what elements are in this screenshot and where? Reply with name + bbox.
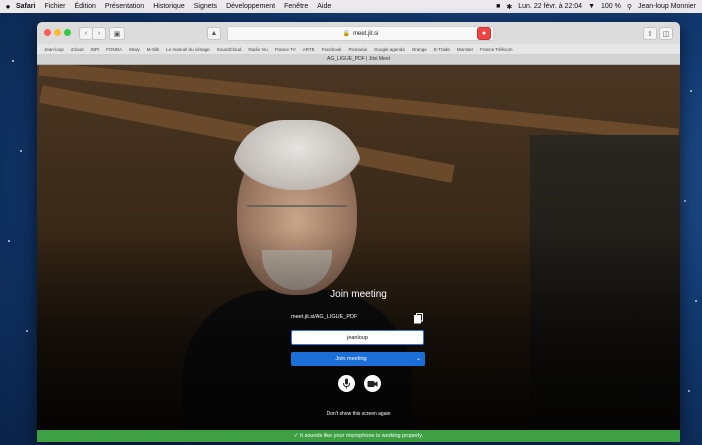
join-meeting-label: Join meeting <box>335 356 367 362</box>
camera-status-icon[interactable]: ■ <box>496 3 500 10</box>
menu-edition[interactable]: Édition <box>74 3 95 10</box>
browser-toolbar: ‹ › ▣ ▲ 🔒 meet.jit.si ● ⇧ ◫ <box>37 22 680 45</box>
bookmark-item[interactable]: Jean-loup <box>44 47 64 52</box>
camera-icon <box>367 380 378 387</box>
user-name[interactable]: Jean-loup Monnier <box>638 3 696 10</box>
menu-aide[interactable]: Aide <box>317 3 331 10</box>
join-meeting-button[interactable]: Join meeting ⌄ <box>291 352 425 366</box>
room-url: meet.jit.si/AG_LIGUE_PDF <box>291 314 358 320</box>
address-bar[interactable]: 🔒 meet.jit.si <box>227 26 494 41</box>
spotlight-icon[interactable]: ⚲ <box>627 3 632 11</box>
browser-window: ‹ › ▣ ▲ 🔒 meet.jit.si ● ⇧ ◫ Jean-loup iC… <box>37 22 680 442</box>
bookmark-item[interactable]: Le manuel du cénage <box>166 47 209 52</box>
wifi-icon[interactable]: ▼ <box>588 3 595 10</box>
url-text: meet.jit.si <box>353 30 379 37</box>
prejoin-overlay: Join meeting meet.jit.si/AG_LIGUE_PDF Jo… <box>37 65 680 430</box>
bookmark-item[interactable]: iCloud <box>71 47 84 52</box>
menu-historique[interactable]: Historique <box>153 3 185 10</box>
bluetooth-icon[interactable]: ✱ <box>506 3 512 11</box>
camera-preview: Join meeting meet.jit.si/AG_LIGUE_PDF Jo… <box>37 65 680 430</box>
bookmark-item[interactable]: Wiwy <box>129 47 140 52</box>
chevron-down-icon[interactable]: ⌄ <box>416 355 421 362</box>
bookmark-item[interactable]: Orange <box>412 47 427 52</box>
bookmark-item[interactable]: Monster <box>457 47 473 52</box>
bookmark-item[interactable]: SoundCloud <box>217 47 242 52</box>
share-icon[interactable]: ⇧ <box>643 27 657 40</box>
menu-safari[interactable]: Safari <box>16 3 35 10</box>
bookmark-item[interactable]: France Télécom <box>480 47 512 52</box>
battery-text[interactable]: 100 % <box>601 3 621 10</box>
menu-fenetre[interactable]: Fenêtre <box>284 3 308 10</box>
microphone-status-banner: ✓ It sounds like your microphone is work… <box>37 430 680 442</box>
privacy-icon[interactable]: ▲ <box>207 27 221 40</box>
microphone-icon <box>343 378 350 389</box>
microphone-button[interactable] <box>338 375 355 392</box>
bookmark-item[interactable]: Facebook <box>322 47 342 52</box>
menu-signets[interactable]: Signets <box>194 3 217 10</box>
bookmarks-bar: Jean-loup iCloud INPI FONDA Wiwy M-Silk … <box>37 44 680 54</box>
lock-icon: 🔒 <box>342 31 351 37</box>
zoom-window-button[interactable] <box>64 29 71 36</box>
bookmark-item[interactable]: INPI <box>91 47 100 52</box>
forward-button[interactable]: › <box>92 27 106 40</box>
bookmark-item[interactable]: E-Trade <box>434 47 450 52</box>
back-button[interactable]: ‹ <box>79 27 93 40</box>
tab-bar: AG_LIGUE_PDF | Jitsi Meet <box>37 54 680 65</box>
minimize-window-button[interactable] <box>54 29 61 36</box>
copy-icon[interactable] <box>414 311 423 324</box>
menu-developpement[interactable]: Développement <box>226 3 275 10</box>
camera-recording-icon[interactable]: ● <box>477 27 491 40</box>
bookmark-item[interactable]: M-Silk <box>147 47 160 52</box>
dont-show-again-checkbox[interactable]: Don't show this screen again <box>37 411 680 417</box>
bookmark-item[interactable]: ARTE <box>303 47 315 52</box>
bookmark-item[interactable]: France TV <box>275 47 296 52</box>
menu-presentation[interactable]: Présentation <box>105 3 144 10</box>
close-window-button[interactable] <box>44 29 51 36</box>
menu-bar: ● Safari Fichier Édition Présentation Hi… <box>0 0 702 13</box>
menu-fichier[interactable]: Fichier <box>44 3 65 10</box>
tabs-overview-icon[interactable]: ◫ <box>659 27 673 40</box>
camera-button[interactable] <box>364 375 381 392</box>
tab-active[interactable]: AG_LIGUE_PDF | Jitsi Meet <box>327 56 390 62</box>
prejoin-title: Join meeting <box>330 289 387 300</box>
bookmark-item[interactable]: Radio Viu <box>248 47 267 52</box>
bookmark-item[interactable]: Pixmania <box>348 47 367 52</box>
apple-menu-icon[interactable]: ● <box>0 2 16 11</box>
bookmark-item[interactable]: FONDA <box>106 47 122 52</box>
bookmark-item[interactable]: Google agenda <box>374 47 405 52</box>
sidebar-toggle-icon[interactable]: ▣ <box>109 27 125 40</box>
clock-text[interactable]: Lun. 22 févr. à 22:04 <box>518 3 582 10</box>
display-name-input[interactable] <box>291 330 424 345</box>
